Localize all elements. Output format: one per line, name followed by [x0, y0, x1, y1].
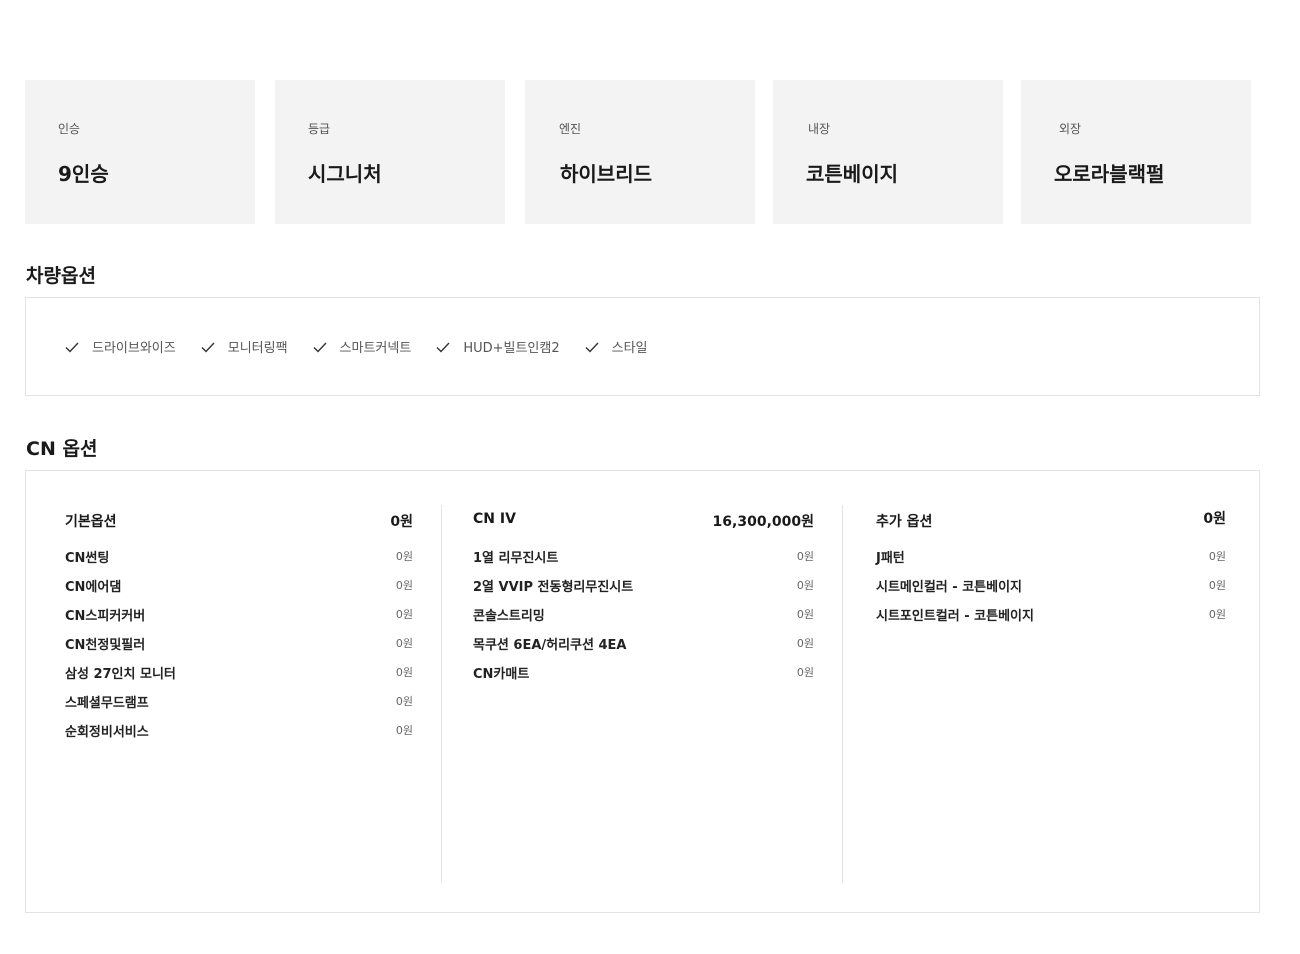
spec-card-seats: 인승 9인승 [25, 80, 255, 224]
option-row: 목쿠션 6EA/허리쿠션 4EA 0원 [473, 634, 814, 663]
option-row: CN천정및필러 0원 [65, 634, 413, 663]
vehicle-options-box: 드라이브와이즈 모니터링팩 스마트커넥트 HUD+빌트인캠2 스타일 [25, 297, 1260, 396]
spec-label: 엔진 [559, 122, 582, 136]
option-row: 시트포인트컬러 - 코튼베이지 0원 [876, 605, 1226, 634]
column-title: 추가 옵션 [876, 514, 933, 530]
option-price: 0원 [395, 608, 413, 621]
vehicle-options-list: 드라이브와이즈 모니터링팩 스마트커넥트 HUD+빌트인캠2 스타일 [64, 337, 672, 356]
option-price: 0원 [395, 637, 413, 650]
option-row: J패턴 0원 [876, 547, 1226, 576]
spec-label: 내장 [808, 122, 831, 136]
spec-value: 9인승 [58, 162, 109, 186]
option-name: 삼성 27인치 모니터 [65, 667, 176, 682]
vehicle-option-label: 스타일 [611, 341, 648, 356]
check-icon [201, 342, 215, 353]
spec-label: 인승 [58, 122, 81, 136]
column-title: 기본옵션 [65, 514, 117, 530]
column-total-price: 0원 [1203, 511, 1226, 527]
column-total-price: 16,300,000원 [712, 514, 814, 530]
option-price: 0원 [1208, 579, 1226, 592]
option-name: J패턴 [876, 551, 905, 566]
check-icon [65, 342, 79, 353]
option-row: CN에어댐 0원 [65, 576, 413, 605]
option-price: 0원 [395, 550, 413, 563]
column-header: CN IV 16,300,000원 [473, 511, 814, 531]
spec-card-engine: 엔진 하이브리드 [525, 80, 755, 224]
spec-card-exterior: 외장 오로라블랙펄 [1021, 80, 1251, 224]
option-row: 2열 VVIP 전동형리무진시트 0원 [473, 576, 814, 605]
spec-value: 코튼베이지 [806, 162, 898, 186]
check-icon [436, 342, 450, 353]
option-price: 0원 [796, 608, 814, 621]
spec-value: 하이브리드 [560, 162, 652, 186]
column-header: 추가 옵션 0원 [876, 511, 1226, 531]
option-price: 0원 [796, 666, 814, 679]
option-name: CN썬팅 [65, 551, 110, 566]
option-row: CN썬팅 0원 [65, 547, 413, 576]
option-name: 시트메인컬러 - 코튼베이지 [876, 580, 1023, 595]
spec-summary: 인승 9인승 등급 시그니처 엔진 하이브리드 내장 코튼베이지 외장 오로라블… [25, 80, 1251, 224]
cn-column-basic: 기본옵션 0원 CN썬팅 0원 CN에어댐 0원 CN스피커커버 0원 CN천정및필러… [65, 505, 442, 883]
vehicle-option-label: 스마트커넥트 [339, 341, 412, 356]
option-row: 순회정비서비스 0원 [65, 721, 413, 750]
vehicle-option-label: 모니터링팩 [227, 341, 288, 356]
check-icon [585, 342, 599, 353]
option-name: 목쿠션 6EA/허리쿠션 4EA [473, 638, 627, 653]
cn-column-extra: 추가 옵션 0원 J패턴 0원 시트메인컬러 - 코튼베이지 0원 시트포인트컬러 … [876, 505, 1226, 883]
option-name: CN스피커커버 [65, 609, 146, 624]
option-row: 시트메인컬러 - 코튼베이지 0원 [876, 576, 1226, 605]
spec-card-interior: 내장 코튼베이지 [773, 80, 1003, 224]
option-row: 1열 리무진시트 0원 [473, 547, 814, 576]
option-row: 콘솔스트리밍 0원 [473, 605, 814, 634]
option-name: 콘솔스트리밍 [473, 609, 545, 624]
spec-value: 시그니처 [308, 162, 382, 186]
spec-label: 등급 [308, 122, 331, 136]
vehicle-option-item: 스타일 [584, 337, 648, 356]
option-price: 0원 [395, 579, 413, 592]
check-icon [313, 342, 327, 353]
option-price: 0원 [395, 666, 413, 679]
option-price: 0원 [1208, 608, 1226, 621]
column-total-price: 0원 [390, 514, 413, 530]
option-row: 스페셜무드램프 0원 [65, 692, 413, 721]
option-price: 0원 [796, 550, 814, 563]
option-price: 0원 [1208, 550, 1226, 563]
option-name: CN천정및필러 [65, 638, 146, 653]
column-title: CN IV [473, 511, 516, 527]
option-rows: CN썬팅 0원 CN에어댐 0원 CN스피커커버 0원 CN천정및필러 0원 삼성 27… [65, 547, 413, 750]
option-name: CN에어댐 [65, 580, 122, 595]
cn-column-cn4: CN IV 16,300,000원 1열 리무진시트 0원 2열 VVIP 전동형… [473, 505, 843, 883]
option-name: CN카매트 [473, 667, 530, 682]
vehicle-option-item: 드라이브와이즈 [64, 337, 176, 356]
cn-options-box: 기본옵션 0원 CN썬팅 0원 CN에어댐 0원 CN스피커커버 0원 CN천정및필러… [25, 470, 1260, 913]
option-rows: J패턴 0원 시트메인컬러 - 코튼베이지 0원 시트포인트컬러 - 코튼베이지 0원 [876, 547, 1226, 634]
option-name: 스페셜무드램프 [65, 696, 149, 711]
option-name: 1열 리무진시트 [473, 551, 559, 566]
option-price: 0원 [395, 695, 413, 708]
vehicle-option-item: 모니터링팩 [200, 337, 288, 356]
option-row: CN스피커커버 0원 [65, 605, 413, 634]
column-header: 기본옵션 0원 [65, 511, 413, 531]
option-price: 0원 [796, 579, 814, 592]
option-name: 시트포인트컬러 - 코튼베이지 [876, 609, 1034, 624]
option-row: 삼성 27인치 모니터 0원 [65, 663, 413, 692]
option-rows: 1열 리무진시트 0원 2열 VVIP 전동형리무진시트 0원 콘솔스트리밍 0원 목… [473, 547, 814, 692]
vehicle-option-label: HUD+빌트인캠2 [463, 341, 560, 356]
vehicle-options-title: 차량옵션 [26, 265, 96, 287]
vehicle-option-item: HUD+빌트인캠2 [435, 337, 560, 356]
cn-options-title: CN 옵션 [26, 438, 98, 460]
vehicle-option-label: 드라이브와이즈 [92, 341, 176, 356]
option-price: 0원 [796, 637, 814, 650]
vehicle-option-item: 스마트커넥트 [312, 337, 412, 356]
option-name: 순회정비서비스 [65, 725, 149, 740]
spec-value: 오로라블랙펄 [1054, 162, 1165, 186]
option-price: 0원 [395, 724, 413, 737]
spec-card-grade: 등급 시그니처 [275, 80, 505, 224]
option-row: CN카매트 0원 [473, 663, 814, 692]
spec-label: 외장 [1059, 122, 1082, 136]
option-name: 2열 VVIP 전동형리무진시트 [473, 580, 634, 595]
